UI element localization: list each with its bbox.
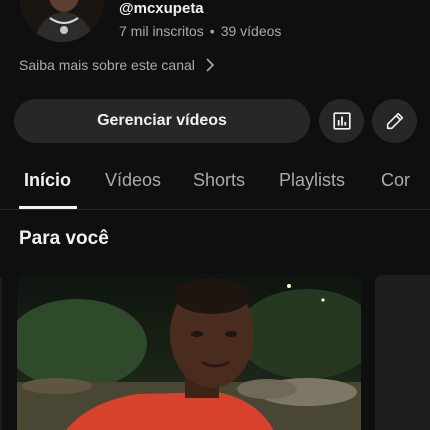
video-thumbnail[interactable] (17, 274, 361, 430)
next-video-card[interactable] (375, 275, 430, 430)
section-title: Para você (19, 228, 109, 249)
channel-tabs: Início Vídeos Shorts Playlists Cor (0, 158, 430, 210)
channel-stats: 7 mil inscritos • 39 vídeos (119, 23, 281, 39)
channel-avatar[interactable] (20, 0, 104, 42)
tab-videos[interactable]: Vídeos (105, 170, 161, 191)
thumbnail-image (17, 274, 361, 430)
pencil-icon (386, 112, 403, 130)
manage-videos-button[interactable]: Gerenciar vídeos (14, 99, 310, 143)
channel-about-link[interactable]: Saiba mais sobre este canal (19, 57, 217, 73)
analytics-button[interactable] (319, 99, 364, 143)
tab-community[interactable]: Cor (381, 170, 410, 191)
tab-shorts[interactable]: Shorts (193, 170, 245, 191)
chevron-right-icon (206, 58, 215, 72)
tab-playlists[interactable]: Playlists (279, 170, 345, 191)
tab-inicio[interactable]: Início (24, 170, 71, 191)
avatar-image (20, 0, 104, 42)
stats-separator: • (209, 23, 215, 39)
channel-page: @mcxupeta 7 mil inscritos • 39 vídeos Sa… (0, 0, 430, 430)
bar-chart-icon (332, 112, 351, 130)
subscriber-count: 7 mil inscritos (119, 23, 204, 39)
channel-handle: @mcxupeta (119, 0, 204, 17)
previous-video-card[interactable] (0, 275, 2, 430)
edit-channel-button[interactable] (372, 99, 417, 143)
active-tab-indicator (19, 206, 77, 209)
channel-about-label: Saiba mais sobre este canal (19, 57, 195, 73)
video-count: 39 vídeos (220, 23, 282, 39)
